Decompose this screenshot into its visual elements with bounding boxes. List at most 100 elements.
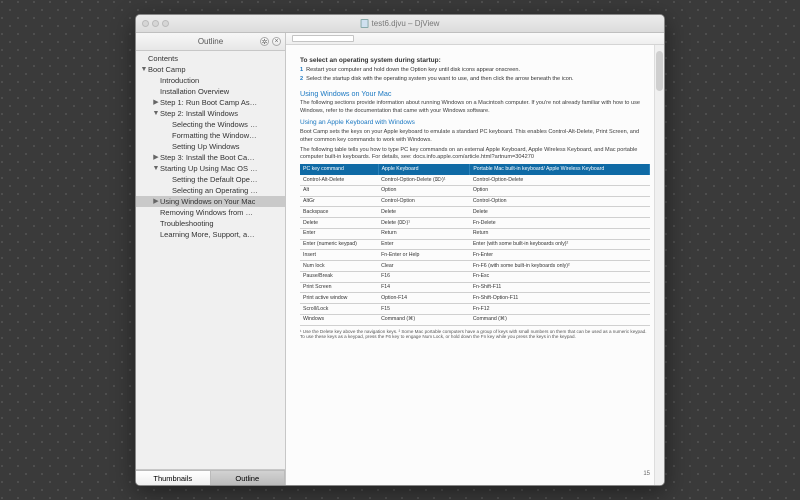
table-cell: F15 xyxy=(378,304,470,315)
outline-item[interactable]: Setting Up Windows xyxy=(136,141,285,152)
outline-item[interactable]: Contents xyxy=(136,53,285,64)
disclosure-icon[interactable]: ▼ xyxy=(140,66,148,73)
outline-label: Troubleshooting xyxy=(160,219,214,228)
table-cell: Fn-Esc xyxy=(470,271,650,282)
disclosure-icon[interactable]: ▶ xyxy=(152,198,160,205)
table-header: PC key command xyxy=(300,164,378,175)
outline-item[interactable]: Learning More, Support, a… xyxy=(136,229,285,240)
outline-item[interactable]: ▼Step 2: Install Windows xyxy=(136,108,285,119)
table-cell: Control-Option xyxy=(378,196,470,207)
table-row: InsertFn-Enter or HelpFn-Enter xyxy=(300,250,650,261)
table-row: Control-Alt-DeleteControl-Option-Delete … xyxy=(300,175,650,185)
table-cell: Fn-Enter or Help xyxy=(378,250,470,261)
outline-label: Contents xyxy=(148,54,178,63)
outline-item[interactable]: Installation Overview xyxy=(136,86,285,97)
close-panel-icon[interactable]: × xyxy=(272,37,281,46)
table-cell: Return xyxy=(378,228,470,239)
table-cell: Control-Alt-Delete xyxy=(300,175,378,185)
sidebar-tabs: Thumbnails Outline xyxy=(136,469,285,485)
keyboard-table: PC key commandApple KeyboardPortable Mac… xyxy=(300,164,650,325)
outline-item[interactable]: ▼Starting Up Using Mac OS … xyxy=(136,163,285,174)
window-title: test6.djvu – DjView xyxy=(361,19,440,28)
window-controls xyxy=(142,20,169,27)
content-toolbar xyxy=(286,33,664,45)
outline-label: Boot Camp xyxy=(148,65,186,74)
table-row: AltGrControl-OptionControl-Option xyxy=(300,196,650,207)
outline-label: Step 3: Install the Boot Ca… xyxy=(160,153,255,162)
table-header: Portable Mac built-in keyboard/ Apple Wi… xyxy=(470,164,650,175)
select-os-heading: To select an operating system during sta… xyxy=(300,57,650,65)
table-cell: Command (⌘) xyxy=(378,314,470,325)
sidebar: Outline ✲ × Contents▼Boot CampIntroducti… xyxy=(136,33,286,485)
document-page[interactable]: To select an operating system during sta… xyxy=(286,45,664,485)
table-cell: Print active window xyxy=(300,293,378,304)
scrollbar-thumb[interactable] xyxy=(656,51,663,91)
table-cell: Delete xyxy=(470,207,650,218)
disclosure-icon[interactable]: ▼ xyxy=(152,165,160,172)
app-window: test6.djvu – DjView Outline ✲ × Contents… xyxy=(135,14,665,486)
content-pane: To select an operating system during sta… xyxy=(286,33,664,485)
table-cell: Insert xyxy=(300,250,378,261)
table-cell: Enter (numeric keypad) xyxy=(300,239,378,250)
table-row: WindowsCommand (⌘)Command (⌘) xyxy=(300,314,650,325)
outline-item[interactable]: Introduction xyxy=(136,75,285,86)
minimize-icon[interactable] xyxy=(152,20,159,27)
table-cell: Delete xyxy=(300,218,378,229)
table-row: Pause/BreakF16Fn-Esc xyxy=(300,271,650,282)
table-row: Enter (numeric keypad)EnterEnter (with s… xyxy=(300,239,650,250)
outline-item[interactable]: ▶Using Windows on Your Mac xyxy=(136,196,285,207)
table-cell: Fn-Shift-F11 xyxy=(470,282,650,293)
outline-label: Setting the Default Ope… xyxy=(172,175,257,184)
disclosure-icon[interactable]: ▶ xyxy=(152,99,160,106)
scrollbar[interactable] xyxy=(654,45,664,485)
table-row: Num lockClearFn-F6 (with some built-in k… xyxy=(300,261,650,272)
table-cell: Scroll/Lock xyxy=(300,304,378,315)
outline-item[interactable]: Selecting an Operating … xyxy=(136,185,285,196)
outline-label: Learning More, Support, a… xyxy=(160,230,255,239)
section-para-3: The following table tells you how to typ… xyxy=(300,147,650,162)
titlebar[interactable]: test6.djvu – DjView xyxy=(136,15,664,33)
table-cell: F14 xyxy=(378,282,470,293)
table-cell: Option xyxy=(378,185,470,196)
table-row: BackspaceDeleteDelete xyxy=(300,207,650,218)
table-row: AltOptionOption xyxy=(300,185,650,196)
table-cell: Control-Option-Delete (⌦)¹ xyxy=(378,175,470,185)
outline-label: Removing Windows from … xyxy=(160,208,253,217)
close-icon[interactable] xyxy=(142,20,149,27)
outline-item[interactable]: Removing Windows from … xyxy=(136,207,285,218)
page-field[interactable] xyxy=(292,35,354,42)
outline-item[interactable]: ▶Step 1: Run Boot Camp As… xyxy=(136,97,285,108)
tab-thumbnails[interactable]: Thumbnails xyxy=(136,470,210,485)
sidebar-title: Outline xyxy=(198,37,223,46)
outline-item[interactable]: ▶Step 3: Install the Boot Ca… xyxy=(136,152,285,163)
zoom-icon[interactable] xyxy=(162,20,169,27)
gear-icon[interactable]: ✲ xyxy=(260,37,269,46)
outline-item[interactable]: Troubleshooting xyxy=(136,218,285,229)
outline-item[interactable]: Formatting the Window… xyxy=(136,130,285,141)
table-cell: Fn-Delete xyxy=(470,218,650,229)
disclosure-icon[interactable]: ▼ xyxy=(152,110,160,117)
table-cell: Print Screen xyxy=(300,282,378,293)
table-cell: Return xyxy=(470,228,650,239)
outline-label: Introduction xyxy=(160,76,199,85)
tab-outline[interactable]: Outline xyxy=(210,470,286,485)
table-row: Print ScreenF14Fn-Shift-F11 xyxy=(300,282,650,293)
outline-item[interactable]: Selecting the Windows … xyxy=(136,119,285,130)
table-row: DeleteDelete (⌦)¹Fn-Delete xyxy=(300,218,650,229)
outline-tree[interactable]: Contents▼Boot CampIntroductionInstallati… xyxy=(136,51,285,469)
table-cell: AltGr xyxy=(300,196,378,207)
table-cell: Option-F14 xyxy=(378,293,470,304)
outline-label: Step 2: Install Windows xyxy=(160,109,238,118)
table-cell: Num lock xyxy=(300,261,378,272)
outline-item[interactable]: ▼Boot Camp xyxy=(136,64,285,75)
table-cell: Fn-Shift-Option-F11 xyxy=(470,293,650,304)
disclosure-icon[interactable]: ▶ xyxy=(152,154,160,161)
outline-label: Step 1: Run Boot Camp As… xyxy=(160,98,257,107)
table-cell: Enter xyxy=(300,228,378,239)
section-heading-2: Using an Apple Keyboard with Windows xyxy=(300,119,650,127)
table-cell: Alt xyxy=(300,185,378,196)
outline-label: Starting Up Using Mac OS … xyxy=(160,164,258,173)
outline-item[interactable]: Setting the Default Ope… xyxy=(136,174,285,185)
sidebar-header: Outline ✲ × xyxy=(136,33,285,51)
table-cell: Windows xyxy=(300,314,378,325)
